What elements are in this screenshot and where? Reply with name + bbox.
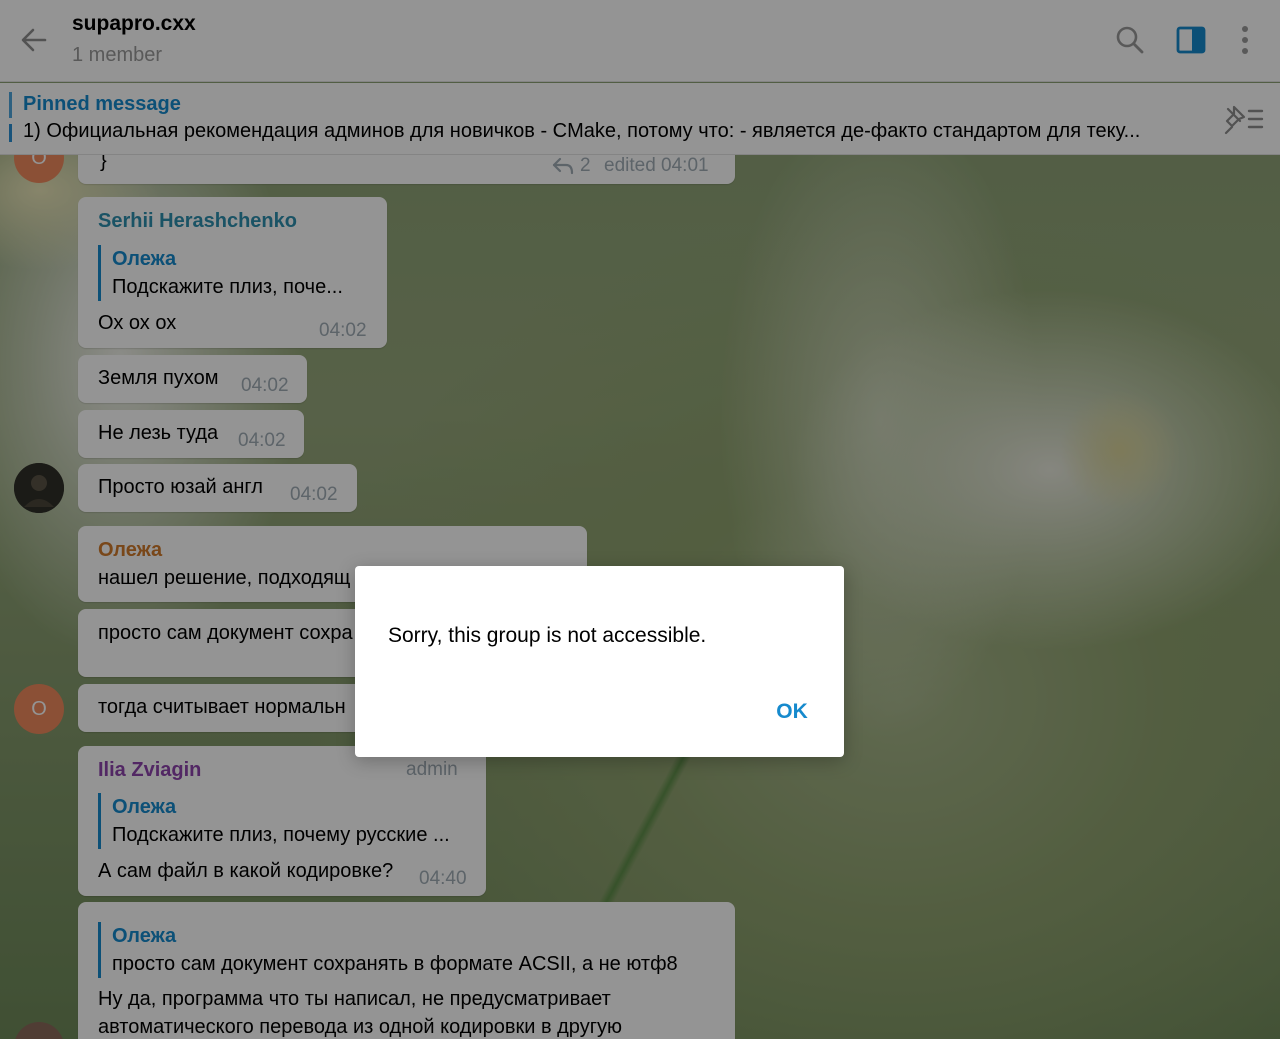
ok-button[interactable]: OK bbox=[762, 694, 822, 730]
modal-overlay[interactable] bbox=[0, 0, 1280, 1039]
error-dialog: Sorry, this group is not accessible. OK bbox=[355, 566, 844, 757]
dialog-message: Sorry, this group is not accessible. bbox=[388, 624, 707, 647]
